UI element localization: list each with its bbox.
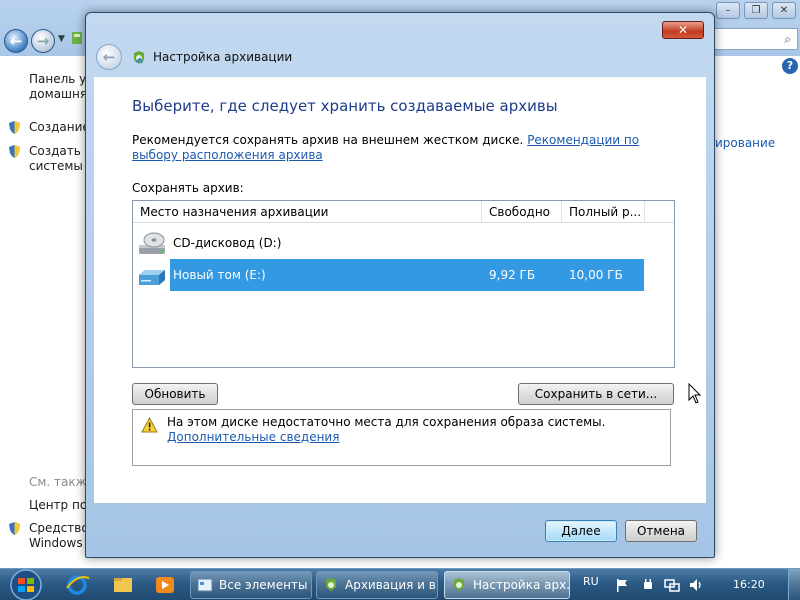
language-indicator[interactable]: RU xyxy=(583,575,599,588)
right-panel-link[interactable]: ирование xyxy=(715,136,775,150)
taskbar: Все элементы ... Архивация и в... Настро… xyxy=(0,568,800,600)
hard-drive-icon xyxy=(139,270,165,285)
control-panel-icon xyxy=(72,32,82,44)
taskbar-item-backup-setup[interactable]: Настройка арх... xyxy=(444,571,570,599)
explorer-folder-icon[interactable] xyxy=(108,572,138,598)
media-player-icon[interactable] xyxy=(150,572,180,598)
minimize-button[interactable]: – xyxy=(716,2,740,19)
column-free[interactable]: Свободно xyxy=(482,201,562,223)
next-button[interactable]: Далее xyxy=(545,520,617,542)
network-icon[interactable] xyxy=(664,577,680,593)
uac-shield-icon xyxy=(9,522,20,535)
backup-icon xyxy=(454,578,464,591)
drive-name: Новый том (E:) xyxy=(173,268,266,282)
dialog-back-icon[interactable]: ← xyxy=(96,44,122,70)
taskbar-item-label: Архивация и в... xyxy=(345,578,438,592)
search-icon: ⌕ xyxy=(784,32,791,46)
internet-explorer-icon[interactable] xyxy=(62,572,92,598)
taskbar-item-label: Настройка арх... xyxy=(473,578,570,592)
backup-icon xyxy=(326,578,336,591)
drive-total-size: 10,00 ГБ xyxy=(569,268,623,282)
close-button[interactable]: ✕ xyxy=(772,2,796,19)
dialog-footer: Далее Отмена xyxy=(94,503,706,551)
taskbar-item-label: Все элементы ... xyxy=(219,578,311,592)
backup-icon xyxy=(134,51,144,64)
sidebar-item-create[interactable]: Создание xyxy=(29,120,90,135)
warning-box: На этом диске недостаточно места для сох… xyxy=(132,409,671,466)
action-center-flag-icon[interactable] xyxy=(614,577,630,593)
forward-arrow-icon[interactable]: → xyxy=(31,29,55,53)
cd-drive-icon xyxy=(139,232,165,254)
destination-list[interactable]: Место назначения архивации Свободно Полн… xyxy=(132,200,675,368)
show-desktop-button[interactable] xyxy=(788,569,800,600)
list-item-selected[interactable]: Новый том (E:) 9,92 ГБ 10,00 ГБ xyxy=(133,259,645,291)
backup-setup-dialog: ✕ ← Настройка архивации Выберите, где сл… xyxy=(85,12,715,558)
save-on-network-button[interactable]: Сохранить в сети... xyxy=(518,383,674,405)
control-panel-icon xyxy=(197,578,213,592)
volume-icon[interactable] xyxy=(688,577,704,593)
help-icon[interactable]: ? xyxy=(782,58,798,74)
window-controls: – ❐ ✕ xyxy=(716,2,796,19)
history-dropdown-icon[interactable]: ▼ xyxy=(58,34,65,44)
list-item[interactable]: CD-дисковод (D:) xyxy=(133,227,645,259)
page-heading: Выберите, где следует хранить создаваемы… xyxy=(132,97,558,115)
list-header: Место назначения архивации Свободно Полн… xyxy=(133,201,674,223)
cancel-button[interactable]: Отмена xyxy=(625,520,697,542)
more-info-link[interactable]: Дополнительные сведения xyxy=(167,430,339,444)
dialog-content: Выберите, где следует хранить создаваемы… xyxy=(94,77,706,503)
column-destination[interactable]: Место назначения архивации xyxy=(133,201,482,223)
column-total[interactable]: Полный р... xyxy=(562,201,645,223)
dialog-title: Настройка архивации xyxy=(153,50,293,64)
uac-shield-icon xyxy=(9,145,20,158)
search-input[interactable]: ⌕ xyxy=(713,28,798,50)
uac-shield-icon xyxy=(9,121,20,134)
refresh-button[interactable]: Обновить xyxy=(132,383,218,405)
save-backup-label: Сохранять архив: xyxy=(132,181,244,195)
warning-icon xyxy=(141,417,158,433)
warning-text: На этом диске недостаточно места для сох… xyxy=(167,415,667,445)
taskbar-item-backup-restore[interactable]: Архивация и в... xyxy=(316,571,438,599)
maximize-button[interactable]: ❐ xyxy=(744,2,768,19)
sidebar-item-windows-tool[interactable]: Средство Windows xyxy=(29,521,89,551)
intro-text-body: Рекомендуется сохранять архив на внешнем… xyxy=(132,133,528,147)
drive-name: CD-дисковод (D:) xyxy=(173,236,282,250)
warning-message: На этом диске недостаточно места для сох… xyxy=(167,415,606,429)
intro-text: Рекомендуется сохранять архив на внешнем… xyxy=(132,133,662,163)
mouse-cursor-icon xyxy=(688,383,702,404)
taskbar-item-all-control-panel-items[interactable]: Все элементы ... xyxy=(190,571,312,599)
power-plug-icon[interactable] xyxy=(640,577,656,593)
start-button-icon[interactable] xyxy=(6,569,46,600)
back-arrow-icon[interactable]: ← xyxy=(4,29,28,53)
drive-free-space: 9,92 ГБ xyxy=(489,268,536,282)
dialog-close-button[interactable]: ✕ xyxy=(662,21,704,39)
clock[interactable]: 16:20 xyxy=(733,578,765,591)
